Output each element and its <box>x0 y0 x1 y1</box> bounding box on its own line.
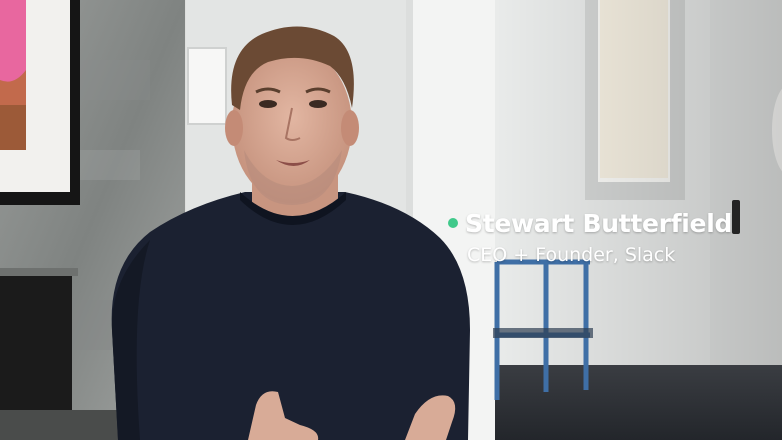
speaker-role: CEO + Founder, Slack <box>467 244 676 266</box>
person-sweater <box>111 192 471 440</box>
accent-dot <box>448 218 458 228</box>
name-row: Stewart Butterfield <box>448 206 732 240</box>
speaker-name: Stewart Butterfield <box>465 208 733 238</box>
lower-third-caption: Stewart Butterfield CEO + Founder, Slack <box>448 206 732 266</box>
video-frame: Stewart Butterfield CEO + Founder, Slack <box>0 0 782 440</box>
floor <box>495 365 782 440</box>
fireplace <box>0 275 72 415</box>
